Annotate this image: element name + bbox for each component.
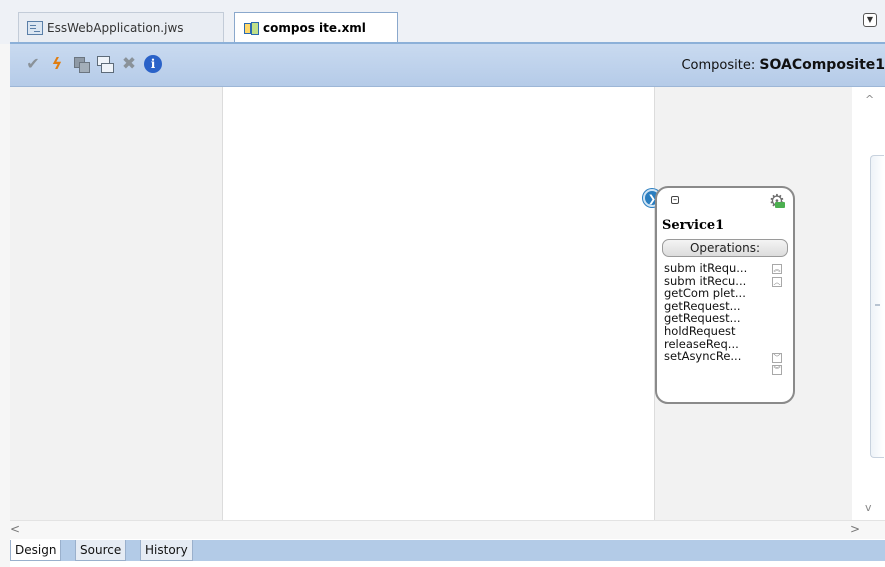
vertical-scrollbar[interactable]: ^ v (857, 87, 885, 520)
scroll-up-arrow-icon[interactable]: ^ (865, 93, 874, 106)
scroll-top-icon[interactable]: ︽ (772, 264, 782, 274)
scroll-left-arrow-icon[interactable]: < (10, 522, 20, 536)
operation-item[interactable]: getCom plet... (662, 287, 790, 300)
composite-design-canvas[interactable]: ❯ – ⚙ Service1 Operations: subm itRequ..… (10, 87, 885, 520)
tab-history[interactable]: History (140, 540, 193, 561)
editor-tab-bar: EssWebApplication.jws compos ite.xml ▼ (0, 0, 885, 44)
composite-toolbar: ✔ ϟ ✖ i Composite: SOAComposite1 (10, 44, 885, 87)
tab-ess-web-application[interactable]: EssWebApplication.jws (18, 12, 224, 42)
delete-icon[interactable]: ✖ (120, 55, 138, 73)
tab-design[interactable]: Design (10, 540, 62, 561)
operations-list: subm itRequ... subm itRecu... getCom ple… (662, 262, 790, 363)
tab-label: EssWebApplication.jws (47, 20, 184, 35)
vertical-scroll-thumb[interactable] (870, 155, 884, 458)
service1-component[interactable]: – ⚙ Service1 Operations: subm itRequ... … (655, 186, 795, 404)
editor-view-tabs: Design Source History (10, 540, 885, 561)
deploy-bolt-icon[interactable]: ϟ (48, 55, 66, 73)
scroll-down-arrow-icon[interactable]: v (865, 501, 872, 514)
tab-composite-xml[interactable]: compos ite.xml (234, 12, 398, 44)
editor-frame (0, 44, 10, 567)
validate-check-icon[interactable]: ✔ (24, 55, 42, 73)
operation-item[interactable]: holdRequest (662, 325, 790, 338)
operation-item[interactable]: setAsyncRe... (662, 350, 790, 363)
scroll-right-arrow-icon[interactable]: > (850, 522, 860, 536)
gear-icon: ⚙ (768, 191, 786, 212)
composite-name-label: Composite: SOAComposite1 (681, 57, 885, 73)
workspace-icon (27, 20, 43, 35)
composite-icon (243, 21, 259, 35)
operation-item[interactable]: subm itRequ... (662, 262, 790, 275)
horizontal-scrollbar[interactable]: < > (10, 520, 885, 539)
collapse-icon[interactable]: – (671, 196, 679, 204)
info-icon[interactable]: i (144, 55, 162, 73)
copy-icon[interactable] (72, 55, 90, 73)
tab-label: compos ite.xml (263, 20, 366, 35)
composite-name: SOAComposite1 (759, 57, 885, 73)
exposed-services-swimlane[interactable] (10, 87, 223, 520)
scroll-down-icon[interactable]: ﹀ (772, 353, 782, 363)
scroll-bottom-icon[interactable]: ︾ (772, 365, 782, 375)
composite-prefix: Composite: (681, 58, 756, 73)
tab-source[interactable]: Source (75, 540, 127, 561)
layout-icon[interactable] (96, 55, 114, 73)
operations-header: Operations: (662, 239, 788, 257)
components-swimlane[interactable] (223, 87, 654, 520)
tab-list-dropdown-icon[interactable]: ▼ (863, 13, 877, 27)
service-name: Service1 (662, 218, 725, 233)
scroll-up-icon[interactable]: ︿ (772, 277, 782, 287)
